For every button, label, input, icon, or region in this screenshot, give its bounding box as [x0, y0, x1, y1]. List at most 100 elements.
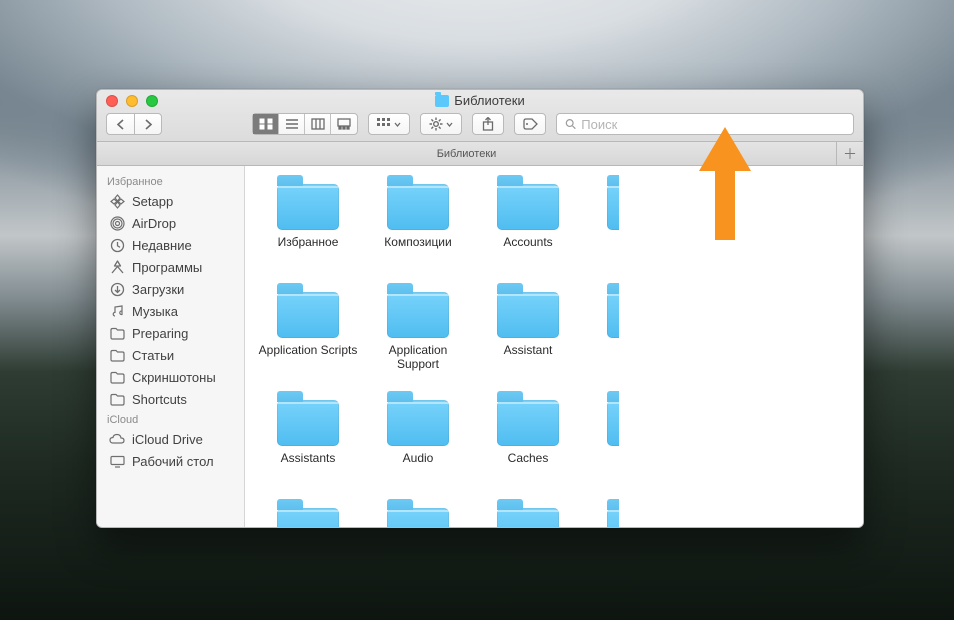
- sidebar-item[interactable]: Preparing: [97, 322, 244, 344]
- folder-label: Assistants: [281, 452, 336, 466]
- window-title: Библиотеки: [97, 93, 863, 108]
- folder-icon: [109, 369, 125, 385]
- sidebar-item[interactable]: AirDrop: [97, 212, 244, 234]
- view-icons-button[interactable]: [253, 114, 279, 134]
- folder-label: Caches: [508, 452, 549, 466]
- toolbar: [106, 112, 854, 136]
- folder-label: Application Scripts: [259, 344, 358, 358]
- folder-item[interactable]: Композиции: [363, 184, 473, 286]
- folder-label: Application Support: [368, 344, 468, 372]
- tag-icon: [523, 118, 538, 130]
- folder-icon: [109, 347, 125, 363]
- sidebar-item-label: Рабочий стол: [132, 454, 214, 469]
- chevron-down-icon: [446, 122, 453, 127]
- gear-icon: [429, 117, 443, 131]
- folder-item[interactable]: Accounts: [473, 184, 583, 286]
- desktop-icon: [109, 453, 125, 469]
- sidebar-item[interactable]: Недавние: [97, 234, 244, 256]
- folder-icon: [387, 400, 449, 446]
- search-field[interactable]: [556, 113, 854, 135]
- view-gallery-button[interactable]: [331, 114, 357, 134]
- sidebar-item-label: Preparing: [132, 326, 188, 341]
- sidebar-item-label: Музыка: [132, 304, 178, 319]
- group-by-button[interactable]: [368, 113, 410, 135]
- folder-icon: [435, 95, 449, 107]
- sidebar-item[interactable]: Загрузки: [97, 278, 244, 300]
- folder-icon: [277, 508, 339, 527]
- folder-item[interactable]: [363, 508, 473, 527]
- folder-icon: [277, 400, 339, 446]
- folder-icon: [387, 184, 449, 230]
- folder-item[interactable]: Audio: [363, 400, 473, 502]
- clock-icon: [109, 237, 125, 253]
- share-icon: [482, 117, 494, 131]
- sidebar-item[interactable]: iCloud Drive: [97, 428, 244, 450]
- music-icon: [109, 303, 125, 319]
- sidebar-item-label: iCloud Drive: [132, 432, 203, 447]
- folder-icon: [497, 400, 559, 446]
- share-button[interactable]: [472, 113, 504, 135]
- search-icon: [565, 118, 576, 130]
- setapp-icon: [109, 193, 125, 209]
- cloud-icon: [109, 431, 125, 447]
- window-body: Избранное Setapp AirDrop Недавние Программы…: [97, 166, 863, 527]
- search-input[interactable]: [581, 117, 845, 132]
- folder-item[interactable]: Избранное: [253, 184, 363, 286]
- folder-icon: [497, 292, 559, 338]
- sidebar-section-header: Избранное: [97, 172, 244, 190]
- sidebar-item-label: Программы: [132, 260, 202, 275]
- chevron-down-icon: [394, 122, 401, 127]
- window-title-text: Библиотеки: [454, 93, 524, 108]
- action-button[interactable]: [420, 113, 462, 135]
- finder-window: Библиотеки: [96, 89, 864, 528]
- sidebar-item[interactable]: Рабочий стол: [97, 450, 244, 472]
- folder-icon: [497, 508, 559, 527]
- folder-item[interactable]: Assistant: [473, 292, 583, 394]
- sidebar-item[interactable]: Shortcuts: [97, 388, 244, 410]
- new-tab-button[interactable]: ＋: [837, 142, 863, 165]
- folder-item[interactable]: Assistants: [253, 400, 363, 502]
- folder-icon: [387, 508, 449, 527]
- folder-label: Композиции: [384, 236, 451, 250]
- sidebar-item-label: Недавние: [132, 238, 192, 253]
- content-area[interactable]: ИзбранноеКомпозицииAccountsG…Application…: [245, 166, 863, 527]
- sidebar-item-label: Setapp: [132, 194, 173, 209]
- folder-icon: [109, 325, 125, 341]
- folder-item[interactable]: Application Support: [363, 292, 473, 394]
- sidebar-item-label: Shortcuts: [132, 392, 187, 407]
- folder-label: Accounts: [503, 236, 552, 250]
- folder-label: Избранное: [278, 236, 339, 250]
- back-button[interactable]: [106, 113, 134, 135]
- folder-icon: [387, 292, 449, 338]
- tags-button[interactable]: [514, 113, 546, 135]
- titlebar: Библиотеки: [97, 90, 863, 142]
- desktop-background: Библиотеки: [0, 0, 954, 620]
- sidebar-item-label: Загрузки: [132, 282, 184, 297]
- folder-icon: [109, 391, 125, 407]
- tab-label: Библиотеки: [437, 148, 497, 160]
- sidebar-item[interactable]: Музыка: [97, 300, 244, 322]
- view-list-button[interactable]: [279, 114, 305, 134]
- folder-item[interactable]: [253, 508, 363, 527]
- sidebar-item[interactable]: Статьи: [97, 344, 244, 366]
- folder-label: Audio: [403, 452, 434, 466]
- view-columns-button[interactable]: [305, 114, 331, 134]
- airdrop-icon: [109, 215, 125, 231]
- sidebar: Избранное Setapp AirDrop Недавние Программы…: [97, 166, 245, 527]
- folder-item[interactable]: [473, 508, 583, 527]
- sidebar-item[interactable]: Setapp: [97, 190, 244, 212]
- sidebar-section-header: iCloud: [97, 410, 244, 428]
- sidebar-item-label: AirDrop: [132, 216, 176, 231]
- nav-segment: [106, 113, 162, 135]
- sidebar-item[interactable]: Программы: [97, 256, 244, 278]
- tab-bar: Библиотеки ＋: [97, 142, 863, 166]
- folder-item[interactable]: Application Scripts: [253, 292, 363, 394]
- download-icon: [109, 281, 125, 297]
- sidebar-item[interactable]: Скриншотоны: [97, 366, 244, 388]
- tab[interactable]: Библиотеки: [97, 142, 837, 165]
- sidebar-item-label: Статьи: [132, 348, 174, 363]
- forward-button[interactable]: [134, 113, 162, 135]
- folder-item[interactable]: Caches: [473, 400, 583, 502]
- folder-icon: [277, 292, 339, 338]
- folder-icon: [277, 184, 339, 230]
